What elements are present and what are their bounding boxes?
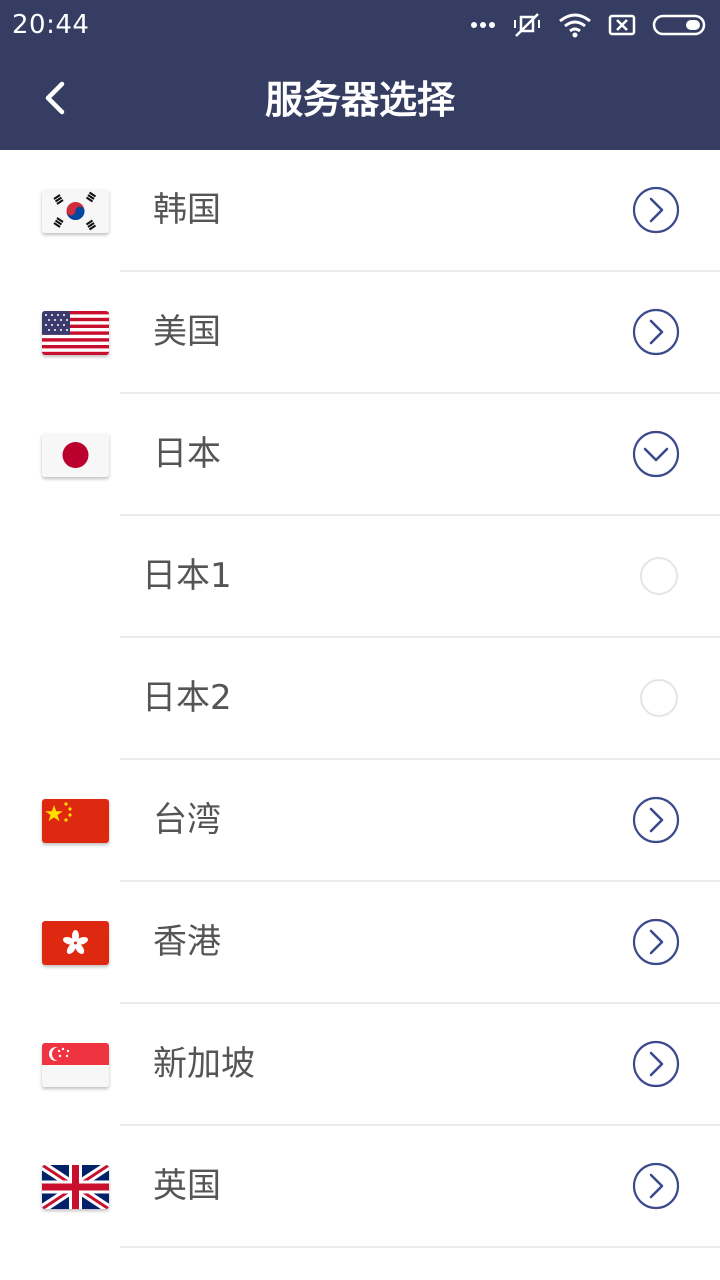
uk-flag-icon bbox=[42, 1165, 109, 1209]
japan-flag-icon bbox=[42, 433, 109, 477]
wifi-icon bbox=[558, 12, 592, 38]
status-icons bbox=[470, 11, 708, 39]
server-item-usa[interactable]: 美国 bbox=[0, 272, 720, 394]
server-label: 韩国 bbox=[153, 190, 221, 230]
korea-flag-icon bbox=[42, 189, 109, 233]
hongkong-flag-icon bbox=[42, 921, 109, 965]
server-label: 日本 bbox=[153, 434, 221, 474]
server-sub-label: 日本1 bbox=[142, 556, 232, 596]
server-subitem-japan-1[interactable]: 日本1 bbox=[0, 516, 720, 638]
expand-arrow-icon[interactable] bbox=[632, 918, 680, 966]
expand-arrow-icon[interactable] bbox=[632, 186, 680, 234]
back-button[interactable] bbox=[30, 72, 80, 128]
server-label: 美国 bbox=[153, 312, 221, 352]
server-item-taiwan[interactable]: 台湾 bbox=[0, 760, 720, 882]
server-item-korea[interactable]: 韩国 bbox=[0, 150, 720, 272]
expand-arrow-icon[interactable] bbox=[632, 308, 680, 356]
china-flag-icon bbox=[42, 799, 109, 843]
battery-icon bbox=[652, 14, 708, 36]
app-root: 20:44 服务器选择 韩国 美国 日本 日本1 日本2 台湾 香港 新加坡 英… bbox=[0, 0, 720, 1280]
server-item-japan[interactable]: 日本 bbox=[0, 394, 720, 516]
usa-flag-icon bbox=[42, 311, 109, 355]
server-subitem-japan-2[interactable]: 日本2 bbox=[0, 638, 720, 760]
back-chevron-icon bbox=[43, 80, 67, 120]
status-time: 20:44 bbox=[12, 10, 90, 40]
more-dots-icon bbox=[470, 21, 496, 29]
status-bar: 20:44 bbox=[0, 0, 720, 50]
expand-arrow-icon[interactable] bbox=[632, 1040, 680, 1088]
server-label: 英国 bbox=[153, 1166, 221, 1206]
mute-icon bbox=[512, 11, 542, 39]
app-bar: 服务器选择 bbox=[0, 50, 720, 150]
server-item-hongkong[interactable]: 香港 bbox=[0, 882, 720, 1004]
expand-arrow-icon[interactable] bbox=[632, 1162, 680, 1210]
server-sub-label: 日本2 bbox=[142, 678, 232, 718]
server-item-uk[interactable]: 英国 bbox=[0, 1126, 720, 1248]
radio-button[interactable] bbox=[640, 557, 678, 595]
radio-button[interactable] bbox=[640, 679, 678, 717]
page-title: 服务器选择 bbox=[264, 78, 455, 122]
singapore-flag-icon bbox=[42, 1043, 109, 1087]
server-label: 香港 bbox=[153, 922, 221, 962]
server-item-singapore[interactable]: 新加坡 bbox=[0, 1004, 720, 1126]
collapse-arrow-icon[interactable] bbox=[632, 430, 680, 478]
expand-arrow-icon[interactable] bbox=[632, 796, 680, 844]
server-label: 台湾 bbox=[153, 800, 221, 840]
server-label: 新加坡 bbox=[153, 1044, 255, 1084]
server-list: 韩国 美国 日本 日本1 日本2 台湾 香港 新加坡 英国 bbox=[0, 150, 720, 1248]
sim-x-icon bbox=[608, 14, 636, 36]
